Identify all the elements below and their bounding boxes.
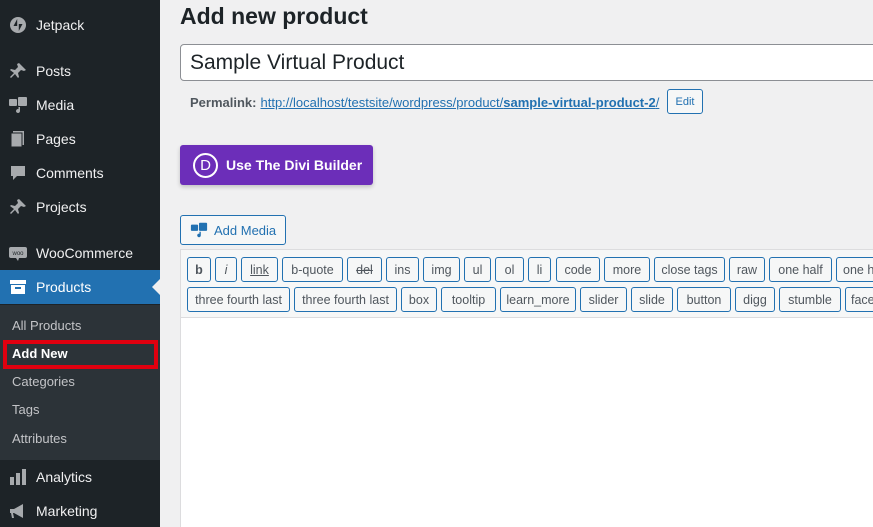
sidebar-item-label: Comments xyxy=(36,165,104,181)
pin-icon xyxy=(0,61,36,81)
quicktag-facebook-button[interactable]: face xyxy=(845,287,873,312)
add-media-label: Add Media xyxy=(214,222,277,238)
quicktag-ol-button[interactable]: ol xyxy=(495,257,524,282)
add-media-button[interactable]: Add Media xyxy=(180,215,286,245)
product-title-input[interactable] xyxy=(180,44,873,81)
quicktag-tooltip-button[interactable]: tooltip xyxy=(441,287,496,312)
submenu-item-all-products[interactable]: All Products xyxy=(12,318,81,333)
quicktag-one-half-button[interactable]: one half xyxy=(769,257,832,282)
quicktag-raw-button[interactable]: raw xyxy=(729,257,765,282)
sidebar-item-label: Marketing xyxy=(36,503,98,519)
divi-logo-icon: D xyxy=(193,152,218,178)
sidebar-item-products[interactable]: Products xyxy=(0,270,160,304)
quicktag-three-fourth-last-button[interactable]: three fourth last xyxy=(187,287,290,312)
permalink-base: http://localhost/testsite/wordpress/prod… xyxy=(260,95,504,110)
divi-builder-label: Use The Divi Builder xyxy=(226,157,363,173)
quicktag-ul-button[interactable]: ul xyxy=(464,257,491,282)
svg-text:woo: woo xyxy=(11,251,24,257)
quicktag-slider-button[interactable]: slider xyxy=(580,287,627,312)
quicktag-digg-button[interactable]: digg xyxy=(735,287,775,312)
permalink-row: Permalink: http://localhost/testsite/wor… xyxy=(190,95,659,110)
sidebar-item-posts[interactable]: Posts xyxy=(0,54,160,88)
sidebar-item-label: Jetpack xyxy=(36,17,85,33)
sidebar-item-projects[interactable]: Projects xyxy=(0,190,160,224)
submenu-item-attributes[interactable]: Attributes xyxy=(12,431,67,446)
quicktag-box-button[interactable]: box xyxy=(401,287,437,312)
quicktag-more-button[interactable]: more xyxy=(604,257,650,282)
sidebar-item-label: Pages xyxy=(36,131,76,147)
archive-icon xyxy=(0,277,36,297)
quicktag-three-fourth-last-button[interactable]: three fourth last xyxy=(294,287,397,312)
quicktag-li-button[interactable]: li xyxy=(528,257,551,282)
permalink-link[interactable]: http://localhost/testsite/wordpress/prod… xyxy=(260,95,659,110)
sidebar-item-label: Products xyxy=(36,279,92,295)
permalink-label: Permalink: xyxy=(190,95,257,110)
sidebar-item-label: Media xyxy=(36,97,75,113)
media-icon xyxy=(190,222,208,238)
page-title: Add new product xyxy=(180,3,368,29)
media-icon xyxy=(0,95,36,115)
quicktag-one-half-last-button[interactable]: one h xyxy=(836,257,873,282)
quicktag-img-button[interactable]: img xyxy=(423,257,460,282)
sidebar-item-marketing[interactable]: Marketing xyxy=(0,494,160,527)
comment-icon xyxy=(0,163,36,183)
quicktag-bold-button[interactable]: b xyxy=(187,257,211,282)
content-editor[interactable]: b i link b-quote del ins img ul ol li co… xyxy=(180,249,873,527)
quicktag-stumble-button[interactable]: stumble xyxy=(779,287,841,312)
sidebar-item-label: Projects xyxy=(36,199,87,215)
permalink-edit-button[interactable]: Edit xyxy=(667,89,703,114)
quicktag-slide-button[interactable]: slide xyxy=(631,287,673,312)
quicktag-italic-button[interactable]: i xyxy=(215,257,237,282)
quicktag-learn-more-button[interactable]: learn_more xyxy=(500,287,576,312)
admin-sidebar: Jetpack Posts Media Pages Comments Proje… xyxy=(0,0,160,527)
jetpack-icon xyxy=(0,15,36,35)
submenu-item-categories[interactable]: Categories xyxy=(12,374,75,389)
quicktag-close-tags-button[interactable]: close tags xyxy=(654,257,725,282)
quicktag-del-button[interactable]: del xyxy=(347,257,382,282)
sidebar-item-jetpack[interactable]: Jetpack xyxy=(0,8,160,42)
sidebar-item-woocommerce[interactable]: woo WooCommerce xyxy=(0,236,160,270)
quicktag-link-button[interactable]: link xyxy=(241,257,278,282)
sidebar-item-label: Analytics xyxy=(36,469,93,485)
submenu-item-tags[interactable]: Tags xyxy=(12,402,39,417)
quicktag-ins-button[interactable]: ins xyxy=(386,257,419,282)
permalink-slug: sample-virtual-product-2 xyxy=(503,95,656,110)
products-submenu: All Products Add New Categories Tags Att… xyxy=(0,305,160,460)
permalink-trail: / xyxy=(655,95,660,110)
quicktags-toolbar: b i link b-quote del ins img ul ol li co… xyxy=(181,250,873,318)
quicktag-button-button[interactable]: button xyxy=(677,287,731,312)
sidebar-item-pages[interactable]: Pages xyxy=(0,122,160,156)
woo-icon: woo xyxy=(0,243,36,263)
chart-icon xyxy=(0,467,36,487)
sidebar-item-label: WooCommerce xyxy=(36,245,133,261)
sidebar-item-label: Posts xyxy=(36,63,72,79)
sidebar-item-media[interactable]: Media xyxy=(0,88,160,122)
highlight-annotation-box xyxy=(3,340,158,369)
sidebar-item-comments[interactable]: Comments xyxy=(0,156,160,190)
pin-icon xyxy=(0,197,36,217)
quicktag-code-button[interactable]: code xyxy=(556,257,600,282)
megaphone-icon xyxy=(0,501,36,521)
quicktag-bquote-button[interactable]: b-quote xyxy=(282,257,343,282)
sidebar-item-analytics[interactable]: Analytics xyxy=(0,460,160,494)
pages-icon xyxy=(0,129,36,149)
divi-builder-button[interactable]: D Use The Divi Builder xyxy=(180,145,373,185)
